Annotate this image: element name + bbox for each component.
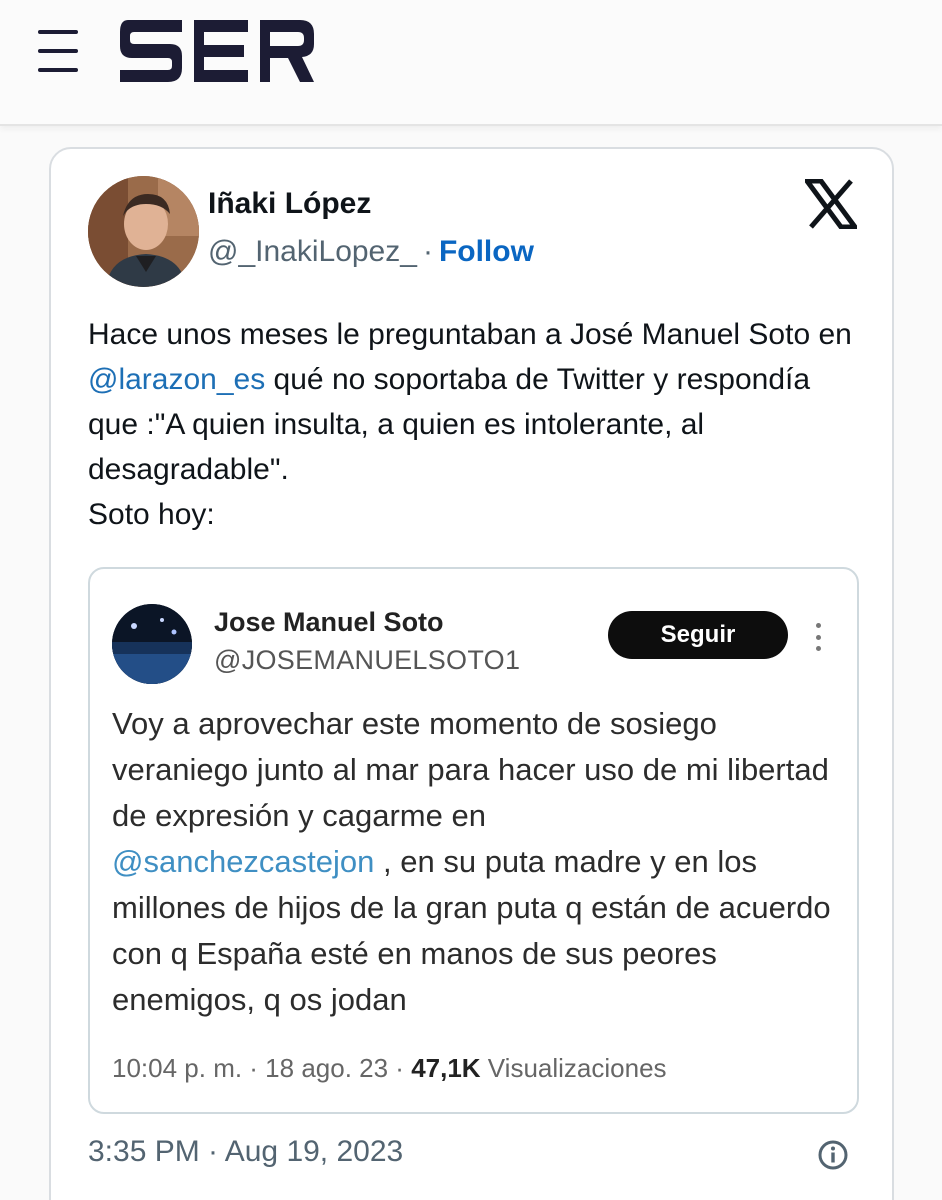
- follow-button[interactable]: Follow: [439, 235, 534, 268]
- quoted-tweet-text: Voy a aprovechar este momento de sosiego…: [112, 701, 847, 1023]
- quoted-meta-time: 10:04 p. m. · 18 ago. 23 ·: [112, 1053, 412, 1083]
- author-handle-line: @_InakiLopez_ · Follow: [208, 235, 534, 269]
- info-circle-icon[interactable]: [817, 1139, 849, 1171]
- quoted-tweet-meta: 10:04 p. m. · 18 ago. 23 · 47,1K Visuali…: [112, 1053, 667, 1084]
- tweet-text-last-line: Soto hoy:: [88, 498, 215, 531]
- site-header: [0, 0, 942, 126]
- quoted-author-name: Jose Manuel Soto: [214, 607, 444, 637]
- x-logo-icon[interactable]: [805, 179, 857, 229]
- hamburger-menu-icon[interactable]: [38, 30, 78, 72]
- tweet-text-part: Hace unos meses le preguntaban a José Ma…: [88, 318, 852, 351]
- seguir-button: Seguir: [608, 611, 788, 659]
- quoted-tweet-screenshot[interactable]: Jose Manuel Soto @JOSEMANUELSOTO1 Seguir…: [88, 567, 859, 1114]
- tweet-text: Hace unos meses le preguntaban a José Ma…: [88, 312, 868, 537]
- author-avatar[interactable]: [88, 176, 199, 287]
- quoted-views-label: Visualizaciones: [480, 1053, 667, 1083]
- author-name[interactable]: Iñaki López: [208, 187, 371, 221]
- tweet-timestamp[interactable]: 3:35 PM · Aug 19, 2023: [88, 1135, 403, 1169]
- mention-link[interactable]: @larazon_es: [88, 363, 265, 396]
- tweet-embed-card: Iñaki López @_InakiLopez_ · Follow Hace un…: [49, 147, 894, 1200]
- quoted-author-handle: @JOSEMANUELSOTO1: [214, 645, 521, 675]
- quoted-views-count: 47,1K: [411, 1053, 481, 1083]
- separator-dot: ·: [422, 235, 433, 268]
- author-handle[interactable]: @_InakiLopez_: [208, 235, 417, 268]
- quoted-text-part: Voy a aprovechar este momento de sosiego…: [112, 706, 829, 833]
- more-vertical-icon: [813, 623, 823, 651]
- quoted-author-avatar: [112, 604, 192, 684]
- ser-logo[interactable]: [120, 20, 314, 82]
- quoted-mention: @sanchezcastejon: [112, 844, 375, 879]
